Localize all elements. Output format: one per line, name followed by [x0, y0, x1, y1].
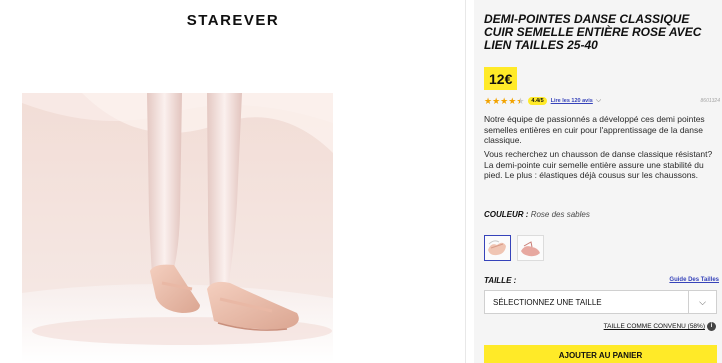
chevron-down-icon[interactable]: ⌵ — [689, 297, 716, 308]
color-label: COULEUR : Rose des sables — [484, 210, 590, 219]
star-icon: ★ — [508, 96, 517, 106]
product-title: DEMI-POINTES DANSE CLASSIQUE CUIR SEMELL… — [484, 12, 702, 52]
reviews-link[interactable]: Lire les 120 avis — [551, 98, 593, 104]
color-value: Rose des sables — [530, 210, 590, 219]
brand-logo: STAREVER — [186, 12, 280, 29]
size-fit-row[interactable]: TAILLE COMME CONVENU (58%) i — [604, 322, 716, 331]
color-swatch-selected[interactable] — [484, 235, 511, 261]
star-icon: ★ — [492, 96, 501, 106]
price-badge: 12€ — [484, 67, 518, 90]
rating-stars: ★ ★ ★ ★ ★ — [484, 96, 524, 106]
product-gallery: STAREVER — [0, 0, 466, 363]
star-icon: ★ — [500, 96, 509, 106]
star-icon: ★ — [484, 96, 493, 106]
info-icon[interactable]: i — [707, 322, 716, 331]
product-description: Notre équipe de passionnés a développé c… — [484, 114, 705, 145]
size-fit-link[interactable]: TAILLE COMME CONVENU (58%) — [604, 323, 705, 330]
add-to-cart-button[interactable]: AJOUTER AU PANIER — [484, 345, 717, 363]
chevron-down-icon[interactable]: ⌵ — [596, 97, 601, 105]
color-swatch[interactable] — [517, 235, 544, 261]
product-description: Vous recherchez un chausson de danse cla… — [484, 149, 713, 180]
product-info-panel: DEMI-POINTES DANSE CLASSIQUE CUIR SEMELL… — [474, 0, 722, 363]
size-label: TAILLE : — [484, 276, 517, 285]
size-select-value[interactable]: SÉLECTIONNEZ UNE TAILLE — [485, 298, 688, 307]
rating-row: ★ ★ ★ ★ ★ 4.4/5 Lire les 120 avis ⌵ 8601… — [484, 96, 720, 106]
product-photo[interactable] — [22, 93, 333, 363]
reference-code: 8601324 — [700, 98, 720, 104]
size-select[interactable]: SÉLECTIONNEZ UNE TAILLE ⌵ — [484, 290, 717, 314]
color-label-title: COULEUR : — [484, 210, 529, 219]
rating-badge: 4.4/5 — [528, 97, 547, 105]
size-guide-link[interactable]: Guide Des Tailles — [669, 277, 719, 283]
star-half-icon: ★ — [516, 96, 525, 106]
